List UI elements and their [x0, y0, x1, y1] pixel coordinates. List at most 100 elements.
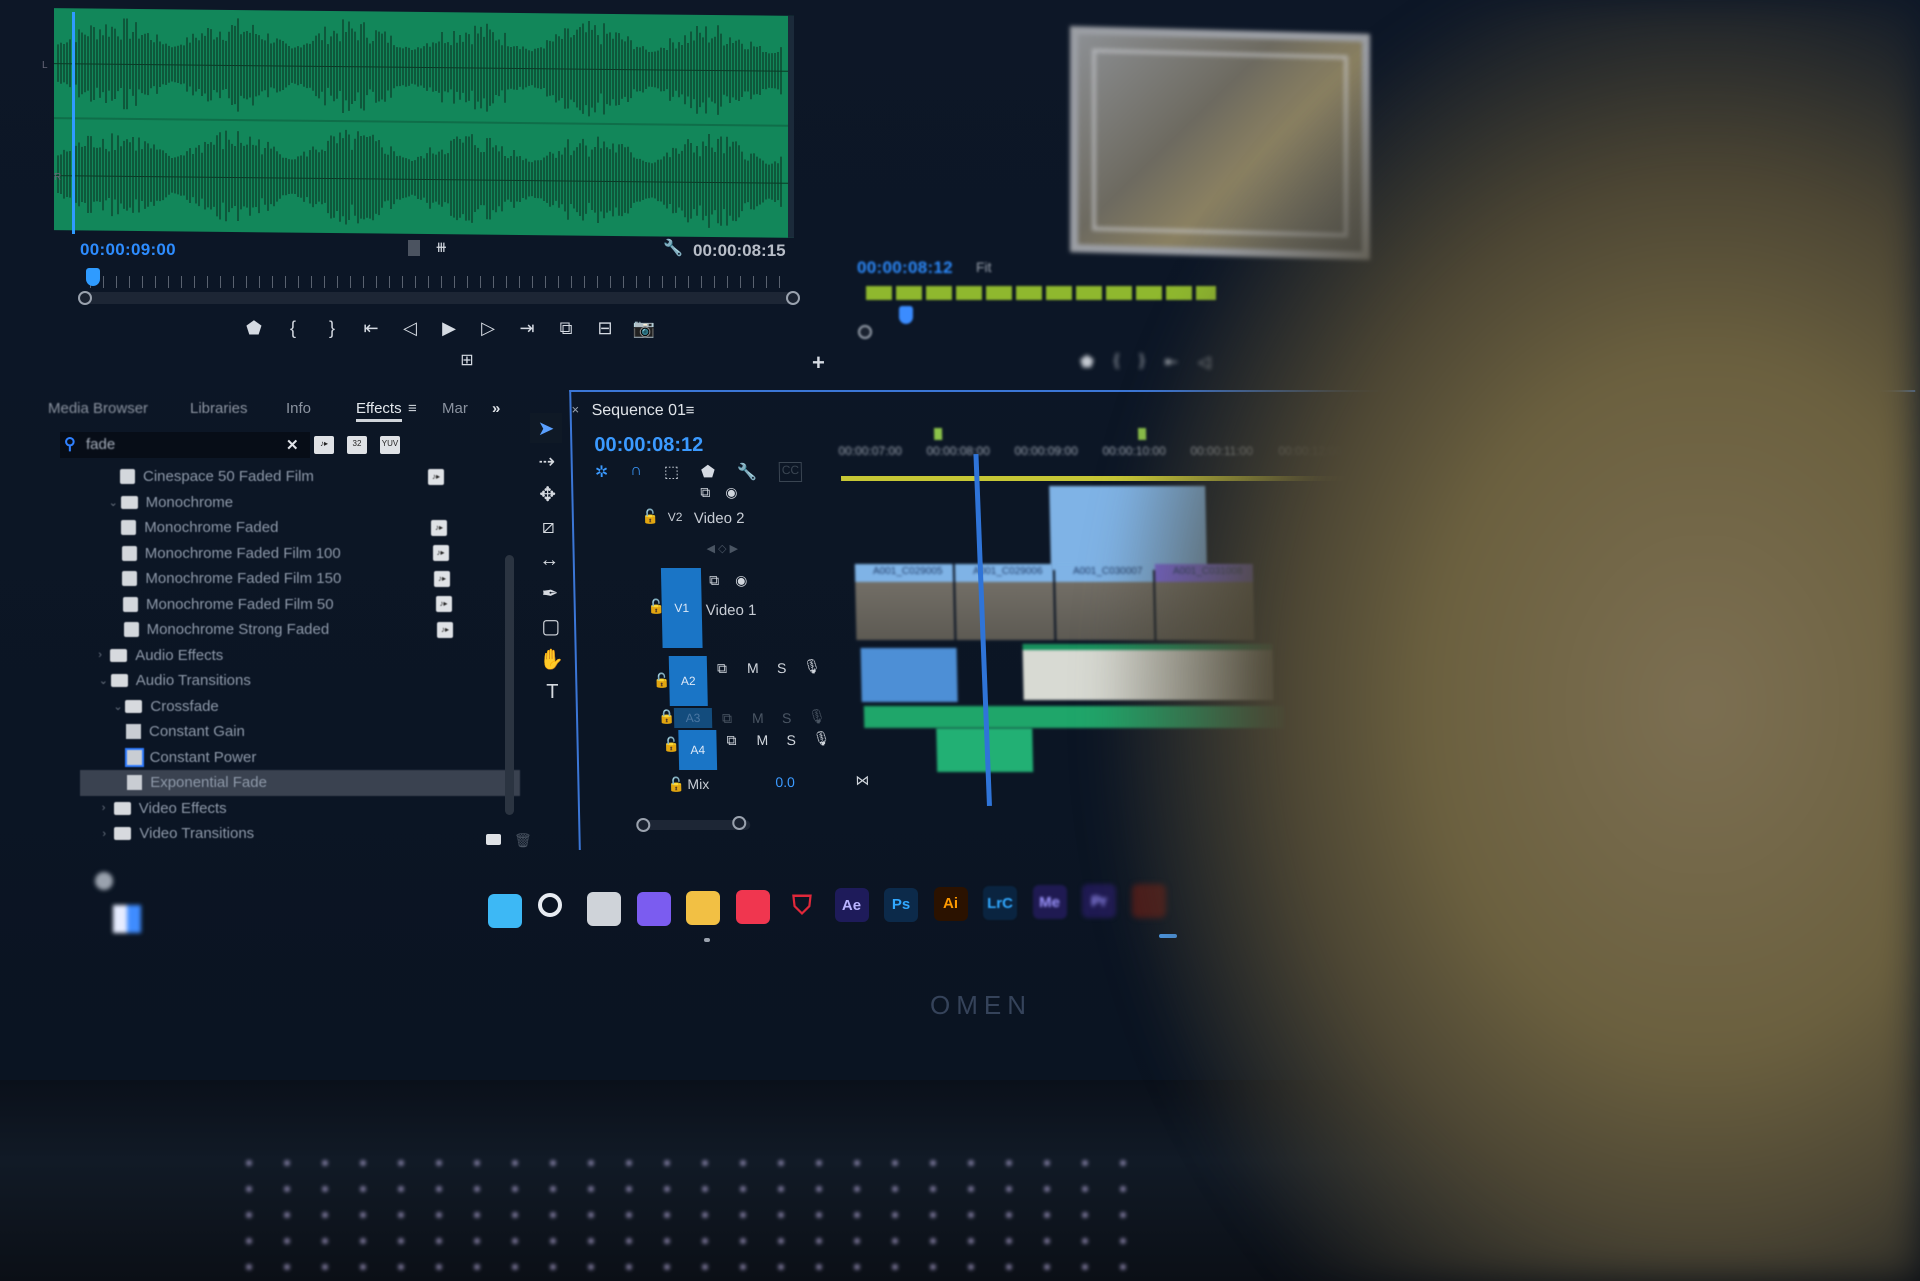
sequence-tab-title[interactable]: Sequence 01: [591, 402, 686, 420]
mix-volume-value[interactable]: 0.0: [775, 774, 795, 790]
chevron-down-icon[interactable]: ⌄: [109, 496, 121, 509]
timeline-settings-wrench-icon[interactable]: 🔧: [737, 462, 757, 482]
program-current-timecode[interactable]: 00:00:08:12: [857, 258, 953, 278]
a2-mute-button[interactable]: M: [747, 660, 759, 676]
source-playhead-handle[interactable]: [86, 268, 100, 286]
effects-search-value[interactable]: fade: [86, 436, 115, 453]
effects-tree-item[interactable]: Monochrome Faded Film 100 ♪▸: [80, 541, 520, 567]
app-diamond-taskbar-icon[interactable]: [735, 890, 770, 924]
source-zoom-scrollbar[interactable]: [82, 292, 798, 304]
timeline-zoom-start-knob[interactable]: [636, 818, 651, 832]
effects-tree-item[interactable]: Monochrome Faded Film 50 ♪▸: [80, 592, 520, 618]
ripple-edit-tool-icon[interactable]: ✥: [532, 479, 564, 509]
hand-tool-icon[interactable]: ✋: [536, 644, 568, 674]
v2-lock-icon[interactable]: 🔓: [642, 508, 660, 525]
razor-tool-icon[interactable]: ⧄: [532, 512, 564, 542]
more-tabs-icon[interactable]: »: [492, 400, 500, 417]
tab-effects[interactable]: Effects: [356, 400, 402, 422]
pen-tool-icon[interactable]: ✒: [534, 578, 566, 608]
v1-clip[interactable]: A001_C029005: [854, 564, 955, 640]
tab-info[interactable]: Info: [286, 400, 311, 417]
v1-clip[interactable]: A001_C029006: [954, 564, 1055, 640]
add-marker-button[interactable]: ⬟: [240, 318, 268, 339]
step-back-button[interactable]: ◁: [396, 318, 424, 339]
program-scroll-start-knob[interactable]: [858, 325, 872, 339]
source-time-ruler[interactable]: [90, 276, 790, 288]
captions-icon[interactable]: CC: [778, 462, 803, 482]
a4-voiceover-mic-icon[interactable]: 🎙: [812, 730, 830, 747]
v2-eye-icon[interactable]: ◉: [725, 484, 738, 501]
task-view-taskbar-icon[interactable]: [587, 892, 621, 927]
file-explorer-taskbar-icon[interactable]: [686, 890, 720, 925]
sequence-timecode[interactable]: 00:00:08:12: [594, 434, 703, 457]
snap-magnet-icon[interactable]: ∩: [630, 462, 642, 482]
overwrite-button[interactable]: ⊟: [591, 318, 619, 339]
v1-target[interactable]: V1: [660, 568, 703, 648]
a3-mute-button[interactable]: M: [752, 710, 764, 726]
widget-icon[interactable]: [95, 872, 113, 890]
a3-sync-lock-icon[interactable]: ⧉: [722, 710, 732, 727]
effects-tree-item[interactable]: › Video Effects: [80, 796, 520, 822]
a2-voiceover-mic-icon[interactable]: 🎙: [803, 658, 821, 675]
go-to-out-button[interactable]: ⇥: [513, 318, 541, 339]
timeline-marker[interactable]: [933, 428, 943, 440]
step-forward-button[interactable]: ▷: [474, 318, 502, 339]
rectangle-tool-icon[interactable]: ▢: [535, 611, 567, 641]
delete-icon[interactable]: 🗑: [514, 832, 532, 849]
mark-out-button[interactable]: }: [318, 318, 346, 339]
effects-tree-item[interactable]: Monochrome Strong Faded ♪▸: [80, 617, 520, 643]
sequence-menu-icon[interactable]: ≡: [685, 402, 694, 419]
compare-view-button[interactable]: ⊞: [453, 350, 481, 370]
effects-tree-item[interactable]: › Audio Effects: [80, 643, 520, 669]
source-scroll-end-knob[interactable]: [786, 291, 800, 305]
program-fit-select[interactable]: Fit: [976, 259, 992, 275]
chevron-right-icon[interactable]: ›: [102, 828, 114, 840]
illustrator-taskbar-icon[interactable]: Ai: [933, 886, 968, 921]
a2-target[interactable]: A2: [668, 656, 708, 706]
go-to-in-button[interactable]: ⇤: [357, 318, 385, 339]
a2-sync-lock-icon[interactable]: ⧉: [717, 660, 727, 677]
type-tool-icon[interactable]: T: [536, 677, 568, 707]
insert-button[interactable]: ⧉: [552, 318, 580, 339]
close-sequence-icon[interactable]: ×: [571, 402, 579, 417]
a3-target[interactable]: A3: [673, 708, 713, 728]
a3-voiceover-mic-icon[interactable]: 🎙: [808, 708, 826, 725]
wrench-icon[interactable]: 🔧: [663, 238, 683, 258]
tab-media-browser[interactable]: Media Browser: [48, 400, 148, 417]
lightroom-classic-taskbar-icon[interactable]: LrC: [983, 886, 1017, 920]
a2-lock-icon[interactable]: 🔓: [653, 672, 671, 689]
mix-bowtie-icon[interactable]: ⋈: [855, 772, 869, 789]
new-bin-icon[interactable]: [486, 834, 501, 845]
v2-sync-lock-icon[interactable]: ⧉: [700, 484, 710, 501]
export-frame-button[interactable]: 📷: [630, 318, 658, 339]
start-taskbar-icon[interactable]: [488, 894, 522, 928]
a4-target[interactable]: A4: [678, 730, 718, 770]
program-playhead-handle[interactable]: [899, 306, 913, 324]
widgets-button[interactable]: [113, 905, 141, 933]
mark-in-button[interactable]: {: [279, 318, 307, 339]
chevron-down-icon[interactable]: ⌄: [113, 700, 125, 713]
v1-eye-icon[interactable]: ◉: [735, 572, 748, 589]
v2-track-id[interactable]: V2: [668, 510, 683, 524]
effects-tree-item[interactable]: › Video Transitions: [80, 821, 520, 847]
yuv-effects-filter[interactable]: YUV: [380, 436, 400, 454]
search-clear-icon[interactable]: ✕: [286, 436, 299, 454]
v1-lock-icon[interactable]: 🔓: [648, 598, 666, 615]
zoom-fit-toggle[interactable]: [408, 240, 420, 256]
effects-tree-item[interactable]: Constant Gain: [80, 719, 520, 745]
a3-lock-icon[interactable]: 🔒: [658, 708, 676, 725]
chat-taskbar-icon[interactable]: [636, 891, 671, 926]
chevron-right-icon[interactable]: ›: [102, 802, 114, 814]
a3-solo-button[interactable]: S: [782, 710, 792, 726]
effects-tree-item[interactable]: ⌄ Audio Transitions: [80, 668, 520, 694]
effects-tree-item[interactable]: Monochrome Faded Film 150 ♪▸: [80, 566, 520, 592]
source-playhead[interactable]: [72, 12, 75, 234]
effects-tree-item[interactable]: ⌄ Crossfade: [80, 694, 520, 720]
a4-sync-lock-icon[interactable]: ⧉: [726, 732, 736, 749]
accelerated-effects-filter[interactable]: ♪▸: [314, 436, 334, 454]
search-taskbar-icon[interactable]: [537, 893, 562, 918]
a2-solo-button[interactable]: S: [777, 660, 787, 676]
effects-tree-item[interactable]: Constant Power: [80, 745, 520, 771]
a4-lock-icon[interactable]: 🔓: [662, 736, 680, 753]
effects-tree-item[interactable]: Cinespace 50 Faded Film ♪▸: [80, 464, 520, 490]
